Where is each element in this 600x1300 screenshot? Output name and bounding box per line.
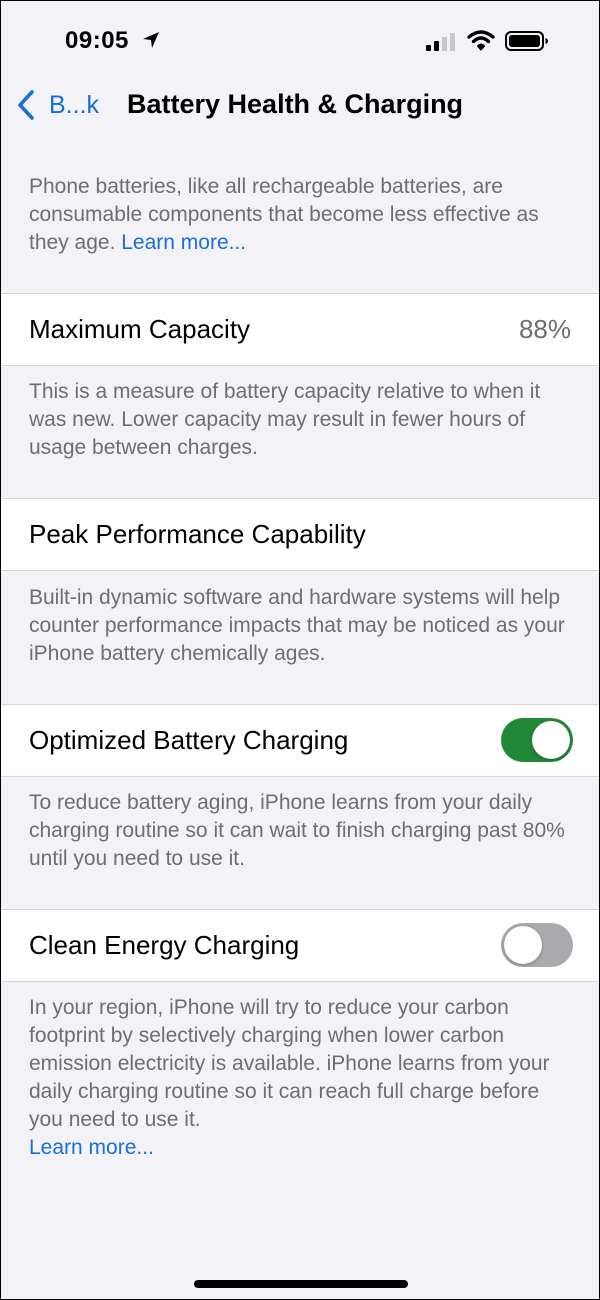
toggle-knob xyxy=(504,926,542,964)
clean-energy-text: In your region, iPhone will try to reduc… xyxy=(29,996,550,1131)
intro-description: Phone batteries, like all rechargeable b… xyxy=(29,173,577,257)
toggle-knob xyxy=(532,721,570,759)
location-arrow-icon xyxy=(143,32,159,48)
home-indicator[interactable] xyxy=(194,1280,408,1288)
maximum-capacity-row: Maximum Capacity 88% xyxy=(1,293,599,366)
settings-screen: 09:05 B...k Battery Health & Charging Ph… xyxy=(0,0,600,1300)
page-title: Battery Health & Charging xyxy=(127,89,464,119)
navigation-bar: B...k Battery Health & Charging xyxy=(1,81,599,133)
learn-more-link[interactable]: Learn more... xyxy=(29,1136,154,1159)
maximum-capacity-description: This is a measure of battery capacity re… xyxy=(29,380,541,459)
optimized-charging-toggle[interactable] xyxy=(501,718,573,762)
battery-icon xyxy=(505,31,548,51)
clean-energy-label: Clean Energy Charging xyxy=(29,930,300,960)
clean-energy-description: In your region, iPhone will try to reduc… xyxy=(29,994,577,1162)
clean-energy-toggle[interactable] xyxy=(501,923,573,967)
optimized-charging-label: Optimized Battery Charging xyxy=(29,725,349,755)
optimized-charging-description: To reduce battery aging, iPhone learns f… xyxy=(29,791,565,870)
maximum-capacity-value: 88% xyxy=(518,314,571,344)
status-time: 09:05 xyxy=(65,27,129,54)
chevron-left-icon xyxy=(18,90,34,120)
status-bar: 09:05 xyxy=(1,1,599,81)
optimized-charging-row: Optimized Battery Charging xyxy=(1,704,599,777)
peak-performance-label: Peak Performance Capability xyxy=(29,519,366,549)
peak-performance-description: Built-in dynamic software and hardware s… xyxy=(29,586,565,665)
wifi-icon xyxy=(467,30,495,51)
cellular-signal-icon xyxy=(426,33,455,51)
learn-more-link[interactable]: Learn more... xyxy=(121,231,246,254)
back-button[interactable]: B...k xyxy=(17,85,99,125)
intro-text: Phone batteries, like all rechargeable b… xyxy=(29,175,539,254)
maximum-capacity-label: Maximum Capacity xyxy=(29,314,251,344)
back-label: B...k xyxy=(49,90,100,119)
clean-energy-row: Clean Energy Charging xyxy=(1,909,599,982)
peak-performance-row: Peak Performance Capability xyxy=(1,498,599,571)
